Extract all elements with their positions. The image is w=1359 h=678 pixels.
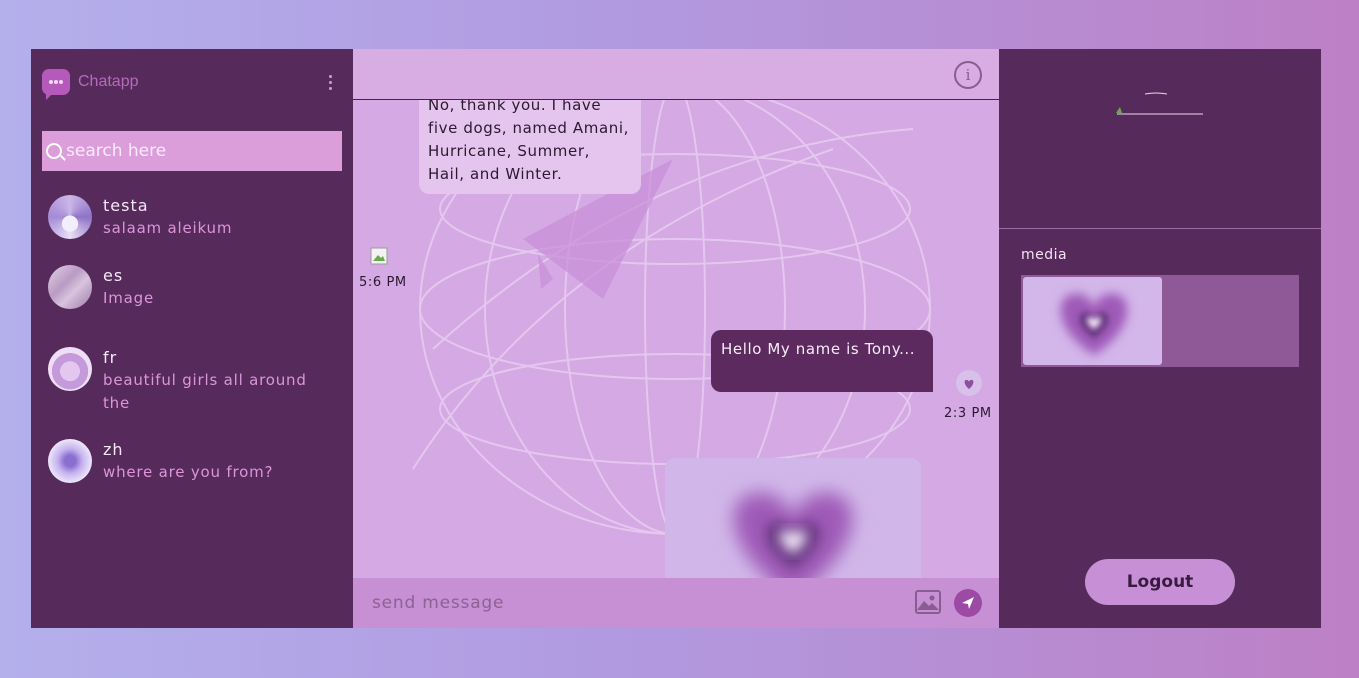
- incoming-message: No, thank you. I have five dogs, named A…: [419, 100, 641, 194]
- contact-name: es: [103, 266, 124, 285]
- sidebar: Chatapp testa salaam aleikum es Image: [31, 49, 353, 628]
- chat-bubble-logo-icon: [42, 69, 70, 100]
- media-label: media: [1021, 247, 1068, 263]
- contact-item-es[interactable]: es Image: [48, 265, 331, 310]
- image-icon[interactable]: [915, 590, 941, 614]
- heart-image: [733, 492, 853, 578]
- chat-app: Chatapp testa salaam aleikum es Image: [31, 49, 1321, 628]
- search-input[interactable]: [66, 141, 326, 161]
- app-title: Chatapp: [78, 73, 139, 90]
- contact-name: fr: [103, 348, 118, 367]
- avatar: [48, 195, 92, 239]
- message-list: No, thank you. I have five dogs, named A…: [353, 100, 999, 578]
- avatar: [48, 265, 92, 309]
- contact-item-fr[interactable]: fr beautiful girls all around the: [48, 347, 331, 415]
- search-bar: [42, 131, 342, 171]
- sender-avatar: [956, 370, 982, 396]
- message-time: 2:3 PM: [944, 406, 992, 421]
- message-time: 5:6 PM: [359, 275, 407, 290]
- message-input[interactable]: [372, 593, 892, 613]
- message-composer: [353, 578, 999, 628]
- brand: Chatapp: [42, 69, 139, 100]
- send-icon: [962, 597, 974, 609]
- profile-image-placeholder: [1116, 92, 1203, 115]
- chat-header: i: [353, 49, 999, 100]
- contact-item-zh[interactable]: zh where are you from?: [48, 439, 331, 484]
- media-thumbnail[interactable]: [1023, 277, 1162, 365]
- send-button[interactable]: [954, 589, 982, 617]
- info-icon[interactable]: i: [954, 61, 982, 89]
- contact-item-testa[interactable]: testa salaam aleikum: [48, 195, 331, 240]
- avatar: [48, 439, 92, 483]
- details-panel: media Logout: [999, 49, 1321, 628]
- logout-button[interactable]: Logout: [1085, 559, 1235, 605]
- search-icon[interactable]: [46, 143, 62, 159]
- kebab-menu-icon[interactable]: [329, 75, 333, 91]
- media-gallery: [1021, 275, 1299, 367]
- image-message[interactable]: [665, 458, 921, 578]
- contact-name: zh: [103, 440, 124, 459]
- contact-last-message: where are you from?: [103, 463, 274, 481]
- chat-pane: i No, thank you. I have five dogs, named…: [353, 49, 999, 628]
- avatar: [48, 347, 92, 391]
- profile-area: [999, 49, 1321, 229]
- outgoing-message: Hello My name is Tony...: [711, 330, 933, 392]
- broken-image-icon: [370, 247, 388, 265]
- contact-last-message: Image: [103, 289, 154, 307]
- contact-last-message: salaam aleikum: [103, 219, 233, 237]
- contact-name: testa: [103, 196, 149, 215]
- contact-last-message: beautiful girls all around the: [103, 371, 307, 412]
